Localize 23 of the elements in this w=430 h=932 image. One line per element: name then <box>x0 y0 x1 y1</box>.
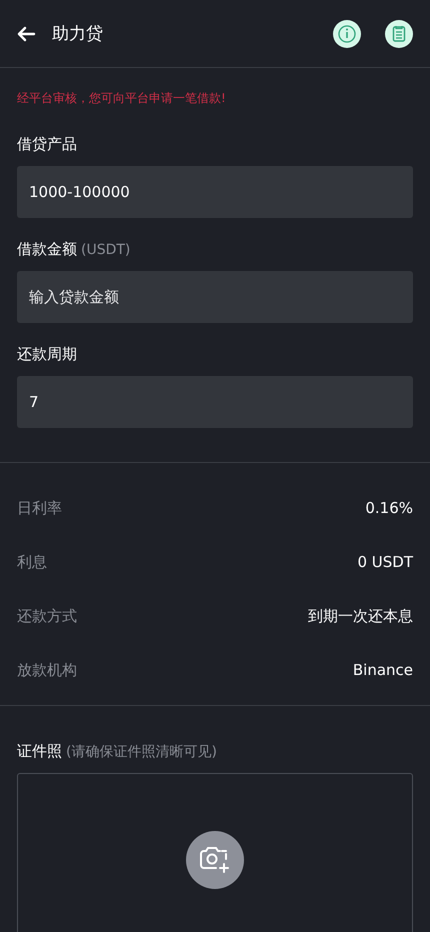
info-icon[interactable] <box>333 20 361 48</box>
detail-value: 0.16% <box>365 499 413 517</box>
unit-label: (USDT) <box>81 242 130 258</box>
clipboard-icon[interactable] <box>385 20 413 48</box>
input-field[interactable]: 1000-100000 <box>17 166 413 218</box>
detail-value: Binance <box>352 661 413 679</box>
notice-text: 经平台审核，您可向平台申请一笔借款! <box>17 90 227 107</box>
upload-label: 证件照 <box>17 742 62 761</box>
page-title: 助力贷 <box>52 23 103 45</box>
detail-value: 0 USDT <box>357 553 413 571</box>
field-label: 还款周期 <box>17 345 77 364</box>
detail-label: 利息 <box>17 552 47 572</box>
field-label: 借贷产品 <box>17 135 77 154</box>
input-field[interactable]: 7 <box>17 376 413 428</box>
field-label: 借款金额 <box>17 240 77 259</box>
upload-area[interactable] <box>17 773 413 932</box>
upload-hint: (请确保证件照清晰可见) <box>66 743 217 761</box>
detail-label: 还款方式 <box>17 606 77 626</box>
detail-value: 到期一次还本息 <box>308 606 413 626</box>
input-field[interactable]: 输入贷款金额 <box>17 271 413 323</box>
camera-add-icon[interactable] <box>186 831 244 889</box>
detail-label: 放款机构 <box>17 660 77 680</box>
detail-label: 日利率 <box>17 498 62 518</box>
